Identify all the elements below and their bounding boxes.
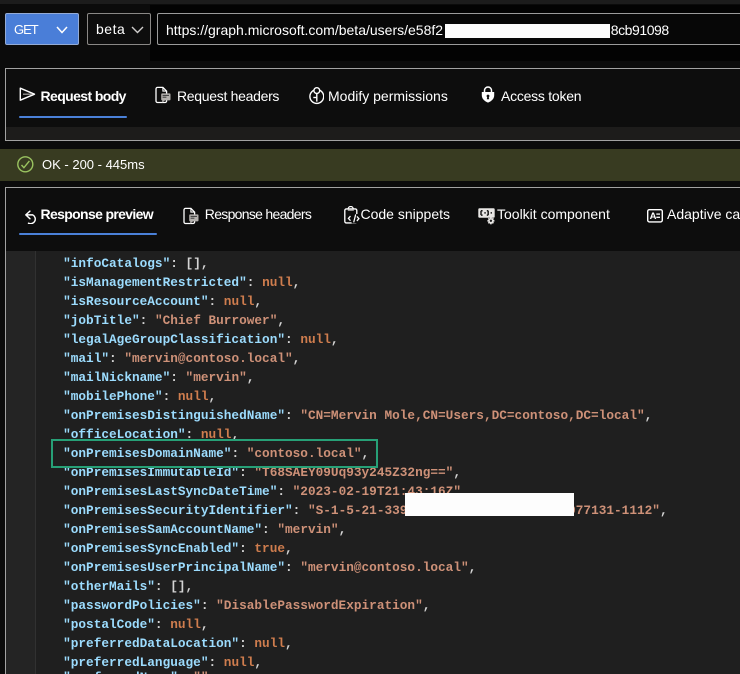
svg-text:A: A	[649, 211, 656, 222]
